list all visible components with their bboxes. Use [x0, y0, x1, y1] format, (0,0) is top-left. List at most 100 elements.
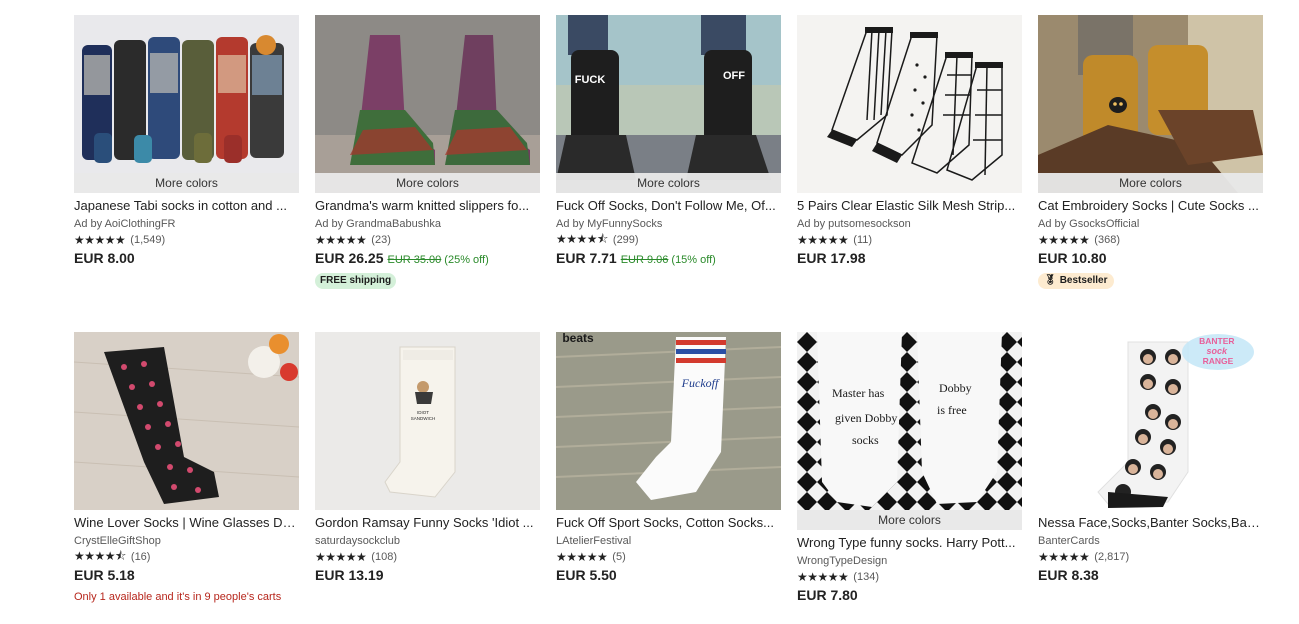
listing-image[interactable]: [797, 15, 1022, 193]
listing-card[interactable]: IDIOT SANDWICH Gordon Ramsay Funny Socks …: [315, 332, 540, 587]
listing-card[interactable]: 5 Pairs Clear Elastic Silk Mesh Strip...…: [797, 15, 1022, 270]
star-rating-icon: ★★★★★: [1038, 550, 1090, 564]
rating: ★★★★★ (2,817): [1038, 549, 1263, 565]
listing-title[interactable]: Fuck Off Socks, Don't Follow Me, Of...: [556, 198, 781, 214]
shop-name: saturdaysockclub: [315, 535, 400, 547]
price: EUR 8.00: [74, 250, 135, 266]
award-icon: 🏅︎: [1044, 275, 1057, 286]
review-count: (5): [612, 551, 626, 563]
price: EUR 10.80: [1038, 250, 1107, 266]
review-count: (11): [853, 234, 873, 246]
listing-title[interactable]: Gordon Ramsay Funny Socks 'Idiot ...: [315, 515, 540, 531]
price-row: EUR 8.00: [74, 250, 299, 270]
price-row: EUR 10.80: [1038, 250, 1263, 270]
price-row: EUR 8.38: [1038, 567, 1263, 587]
rating: ★★★★★ (134): [797, 569, 1022, 585]
price: EUR 8.38: [1038, 567, 1099, 583]
listing-card[interactable]: FUCK OFF More colors Fuck Off Socks, Don…: [556, 15, 781, 270]
price: EUR 26.25: [315, 250, 384, 266]
free-shipping-badge: FREE shipping: [315, 273, 397, 289]
rating: ★★★★★ (108): [315, 549, 540, 565]
star-rating-icon: ★★★★★: [797, 233, 849, 247]
more-colors-label: More colors: [797, 510, 1022, 530]
shop-name: LAtelierFestival: [556, 535, 632, 547]
star-rating-icon: ★★★★★: [1038, 233, 1090, 247]
wine-socks-image: [74, 332, 299, 510]
knitted-slippers-image: [315, 15, 540, 193]
listing-title[interactable]: Wine Lover Socks | Wine Glasses De...: [74, 515, 299, 531]
cat-socks-image: [1038, 15, 1263, 193]
more-colors-label: More colors: [556, 173, 781, 193]
original-price: EUR 9.06: [620, 254, 669, 266]
listing-image[interactable]: More colors: [1038, 15, 1263, 193]
listing-image[interactable]: More colors: [74, 15, 299, 193]
more-colors-label: More colors: [74, 173, 299, 193]
review-count: (108): [371, 551, 397, 563]
sock-text-left: FUCK: [575, 74, 606, 86]
price-row: EUR 5.18: [74, 567, 299, 587]
rating: ★★★★★ (23): [315, 232, 540, 248]
listing-image[interactable]: IDIOT SANDWICH: [315, 332, 540, 510]
star-rating-icon: ★★★★★: [315, 550, 367, 564]
sock-text-right: OFF: [723, 70, 745, 82]
review-count: (134): [853, 571, 879, 583]
review-count: (2,817): [1094, 551, 1130, 563]
price-row: EUR 26.25 EUR 35.00 (25% off): [315, 250, 540, 270]
listing-image[interactable]: beats Fuckoff: [556, 332, 781, 510]
listing-card[interactable]: BANTER sock RANGE Nessa Face,Socks,Bante…: [1038, 332, 1263, 587]
price: EUR 5.50: [556, 567, 617, 583]
star-rating-icon: ★★★★★: [797, 570, 849, 584]
listing-card[interactable]: Wine Lover Socks | Wine Glasses De... Cr…: [74, 332, 299, 603]
listing-card[interactable]: More colors Japanese Tabi socks in cotto…: [74, 15, 299, 270]
listing-image[interactable]: Master has given Dobby socks Dobby is fr…: [797, 332, 1022, 510]
stock-warning: Only 1 available and it's in 9 people's …: [74, 591, 282, 603]
listing-title[interactable]: 5 Pairs Clear Elastic Silk Mesh Strip...: [797, 198, 1022, 214]
listing-title[interactable]: Nessa Face,Socks,Banter Socks,Ban...: [1038, 515, 1263, 531]
star-rating-icon: ★★★★★: [556, 550, 608, 564]
listing-image[interactable]: BANTER sock RANGE: [1038, 332, 1263, 510]
listing-title[interactable]: Fuck Off Sport Socks, Cotton Socks...: [556, 515, 781, 531]
rating: ★★★★⯪ (16): [74, 549, 299, 565]
shop-name: WrongTypeDesign: [797, 555, 888, 567]
mesh-socks-image: [797, 15, 1022, 193]
price-row: EUR 7.80: [797, 587, 1022, 607]
listing-image[interactable]: [74, 332, 299, 510]
face-socks-image: BANTER sock RANGE: [1038, 332, 1263, 510]
review-count: (368): [1094, 234, 1120, 246]
rating: ★★★★★ (5): [556, 549, 781, 565]
fuck-off-socks-image: FUCK OFF: [556, 15, 781, 193]
listing-card[interactable]: More colors Cat Embroidery Socks | Cute …: [1038, 15, 1263, 289]
sock-text: Fuckoff: [681, 376, 720, 390]
star-rating-icon: ★★★★★: [315, 233, 367, 247]
listing-card[interactable]: Master has given Dobby socks Dobby is fr…: [797, 332, 1022, 607]
listing-title[interactable]: Cat Embroidery Socks | Cute Socks ...: [1038, 198, 1263, 214]
sport-socks-image: beats Fuckoff: [556, 332, 781, 510]
price: EUR 7.71: [556, 250, 617, 266]
shop-name: Ad by GsocksOfficial: [1038, 218, 1140, 230]
shop-name: Ad by GrandmaBabushka: [315, 218, 441, 230]
dobby-socks-image: Master has given Dobby socks Dobby is fr…: [797, 332, 1022, 510]
price: EUR 13.19: [315, 567, 384, 583]
listing-title[interactable]: Grandma's warm knitted slippers fo...: [315, 198, 540, 214]
more-colors-label: More colors: [315, 173, 540, 193]
star-rating-icon: ★★★★★: [74, 233, 126, 247]
price-row: EUR 7.71 EUR 9.06 (15% off): [556, 250, 781, 270]
listing-card[interactable]: beats Fuckoff Fuck Off Sport Socks, Cott…: [556, 332, 781, 587]
listing-card[interactable]: More colors Grandma's warm knitted slipp…: [315, 15, 540, 289]
rating: ★★★★★ (1,549): [74, 232, 299, 248]
rating: ★★★★★ (368): [1038, 232, 1263, 248]
more-colors-label: More colors: [1038, 173, 1263, 193]
original-price: EUR 35.00: [387, 254, 442, 266]
review-count: (23): [371, 234, 391, 246]
listing-title[interactable]: Japanese Tabi socks in cotton and ...: [74, 198, 299, 214]
discount: (25% off): [444, 254, 489, 266]
star-rating-icon: ★★★★⯪: [74, 548, 126, 563]
review-count: (16): [130, 551, 151, 563]
listing-image[interactable]: FUCK OFF More colors: [556, 15, 781, 193]
price-row: EUR 17.98: [797, 250, 1022, 270]
listing-title[interactable]: Wrong Type funny socks. Harry Pott...: [797, 535, 1022, 551]
listing-image[interactable]: More colors: [315, 15, 540, 193]
gordon-ramsay-socks-image: IDIOT SANDWICH: [315, 332, 540, 510]
bestseller-label: Bestseller: [1059, 275, 1108, 286]
shop-name: BanterCards: [1038, 535, 1100, 547]
